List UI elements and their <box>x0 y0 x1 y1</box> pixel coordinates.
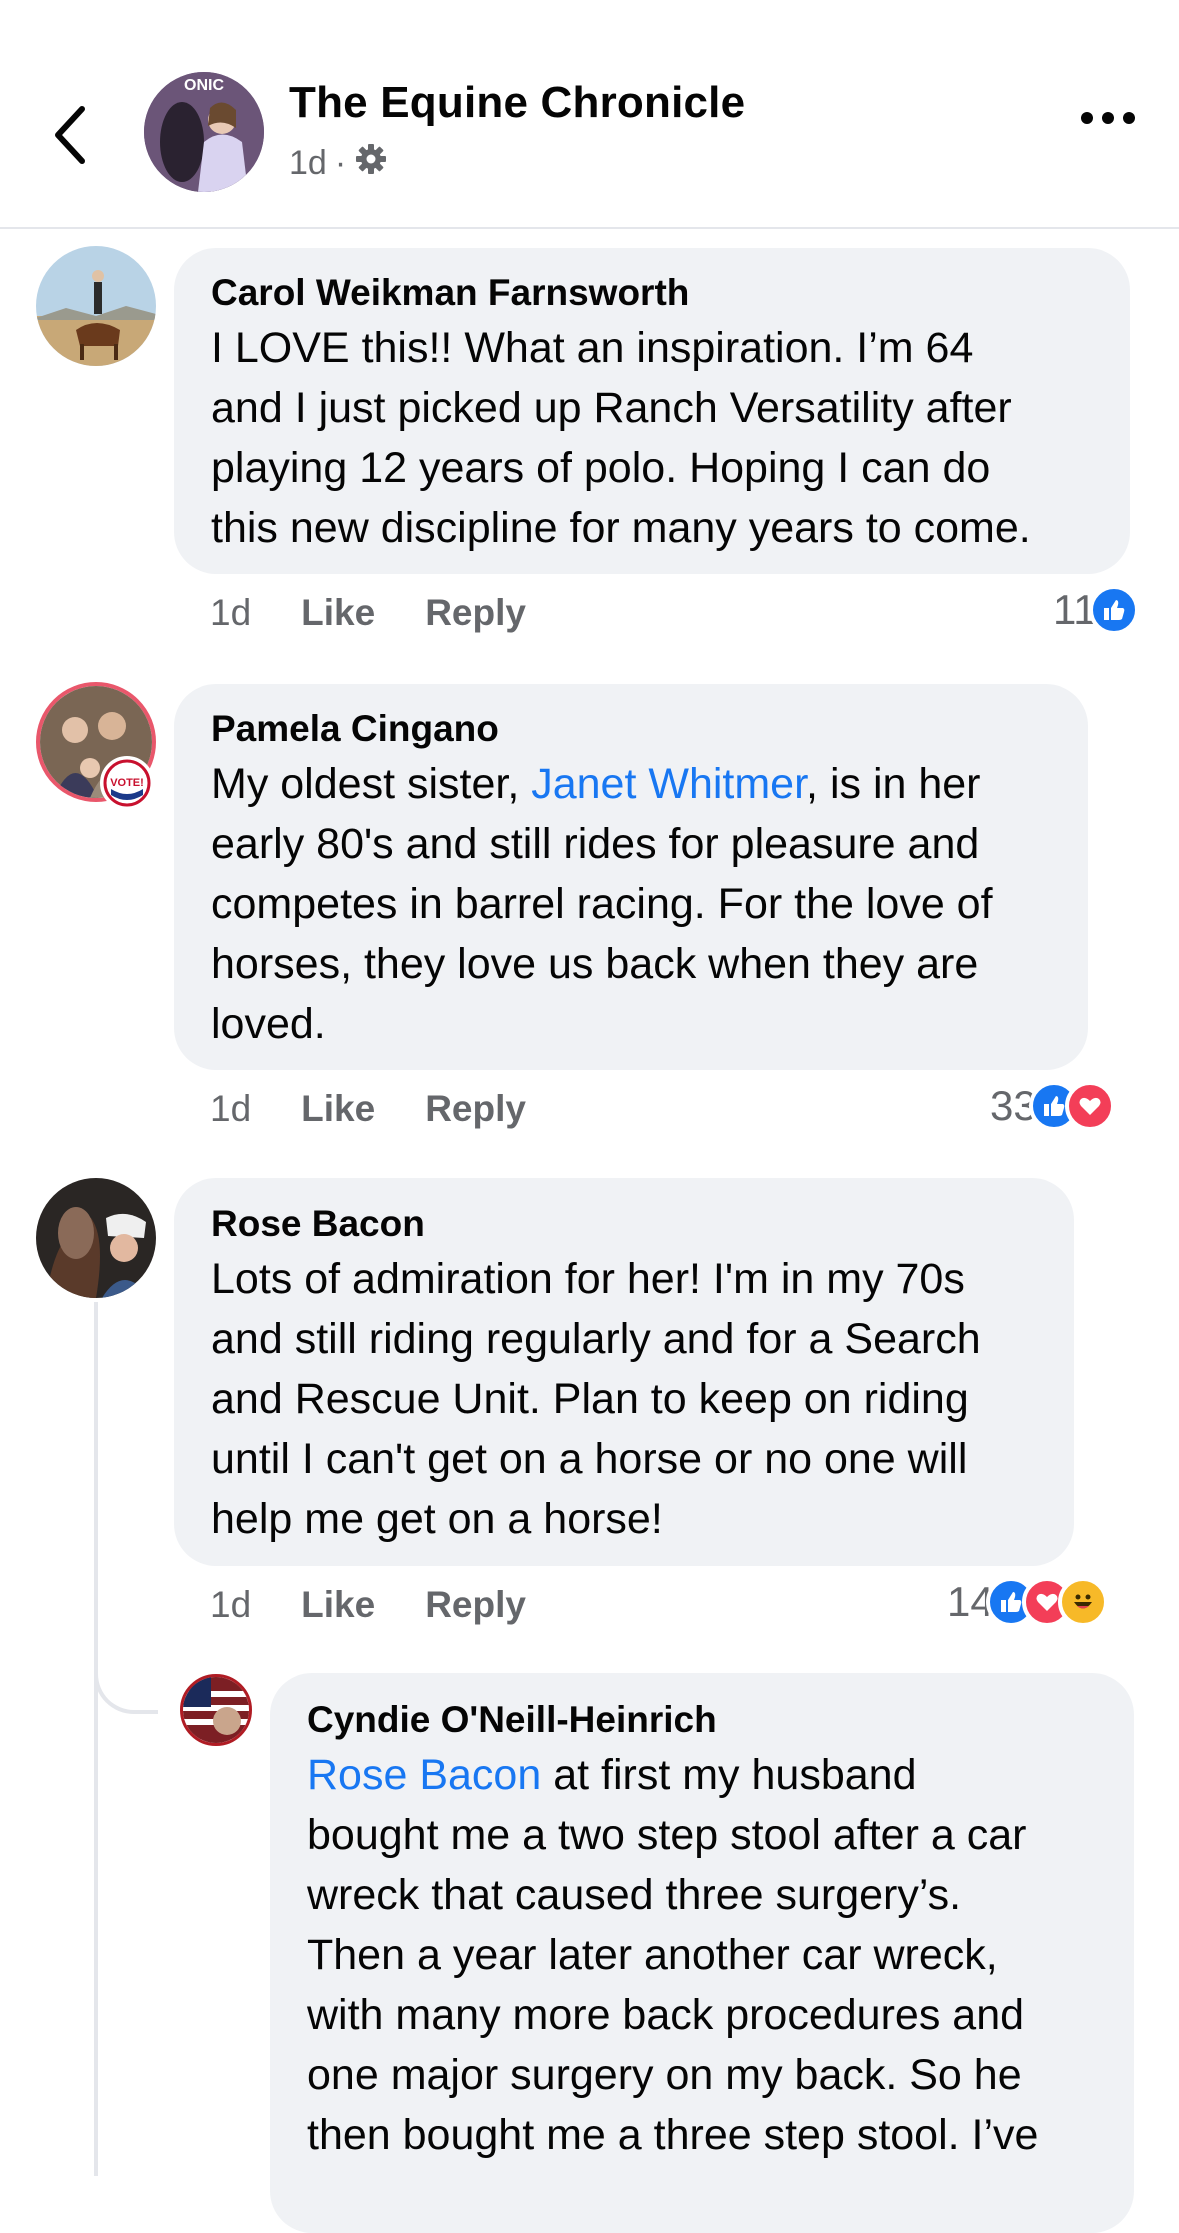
comment-actions: 1d Like Reply <box>210 1088 576 1130</box>
vote-badge-icon: VOTE! <box>100 756 154 810</box>
replier-avatar[interactable] <box>180 1674 252 1746</box>
comment-text: My oldest sister, Janet Whitmer, is in h… <box>211 754 993 1054</box>
meta-separator: · <box>334 144 347 182</box>
commenter-avatar[interactable] <box>36 1178 156 1298</box>
love-reaction-icon <box>1064 1081 1115 1131</box>
comment-actions: 1d Like Reply <box>210 592 576 634</box>
page-avatar-text: ONIC <box>184 77 224 94</box>
like-reaction-icon <box>1088 585 1139 635</box>
haha-reaction-icon <box>1057 1577 1108 1627</box>
gear-icon[interactable] <box>354 142 388 185</box>
thread-curve <box>94 1640 158 1714</box>
thread-line <box>94 1302 98 2176</box>
reply-button[interactable]: Reply <box>425 592 526 634</box>
comment-text-start: My oldest sister, <box>211 760 532 808</box>
reaction-summary[interactable]: 14 <box>947 1577 1108 1627</box>
page-title[interactable]: The Equine Chronicle <box>289 78 745 128</box>
reply-button[interactable]: Reply <box>425 1088 526 1130</box>
like-button[interactable]: Like <box>301 1088 375 1130</box>
page-avatar[interactable]: ONIC <box>144 72 264 192</box>
like-button[interactable]: Like <box>301 592 375 634</box>
comment-time: 1d <box>210 592 252 633</box>
comment-time: 1d <box>210 1088 252 1129</box>
post-age: 1d <box>289 144 327 182</box>
reply-text-content: at first my husband bought me a two step… <box>307 1751 1039 2159</box>
commenter-avatar[interactable] <box>36 246 156 366</box>
more-dots-icon[interactable] <box>1081 112 1135 124</box>
reaction-summary[interactable]: 11 <box>1053 585 1139 635</box>
mention-link[interactable]: Rose Bacon <box>307 1751 541 1799</box>
post-header: ONIC The Equine Chronicle 1d · <box>0 0 1179 229</box>
comment-author[interactable]: Pamela Cingano <box>211 708 499 750</box>
reply-author[interactable]: Cyndie O'Neill-Heinrich <box>307 1699 717 1741</box>
reaction-summary[interactable]: 33 <box>990 1081 1115 1131</box>
comment-author[interactable]: Carol Weikman Farnsworth <box>211 272 689 314</box>
comment-actions: 1d Like Reply <box>210 1584 576 1626</box>
comment-text: I LOVE this!! What an inspiration. I’m 6… <box>211 324 1031 552</box>
reply-text: Rose Bacon at first my husband bought me… <box>307 1745 1038 2165</box>
reply-button[interactable]: Reply <box>425 1584 526 1626</box>
comment-author[interactable]: Rose Bacon <box>211 1203 425 1245</box>
comment-time: 1d <box>210 1584 252 1625</box>
like-button[interactable]: Like <box>301 1584 375 1626</box>
back-chevron-icon[interactable] <box>40 95 100 175</box>
comment-text: Lots of admiration for her! I'm in my 70… <box>211 1255 981 1543</box>
post-meta: 1d · <box>289 142 388 185</box>
vote-badge-text: VOTE! <box>110 777 144 789</box>
mention-link[interactable]: Janet Whitmer <box>531 760 806 808</box>
